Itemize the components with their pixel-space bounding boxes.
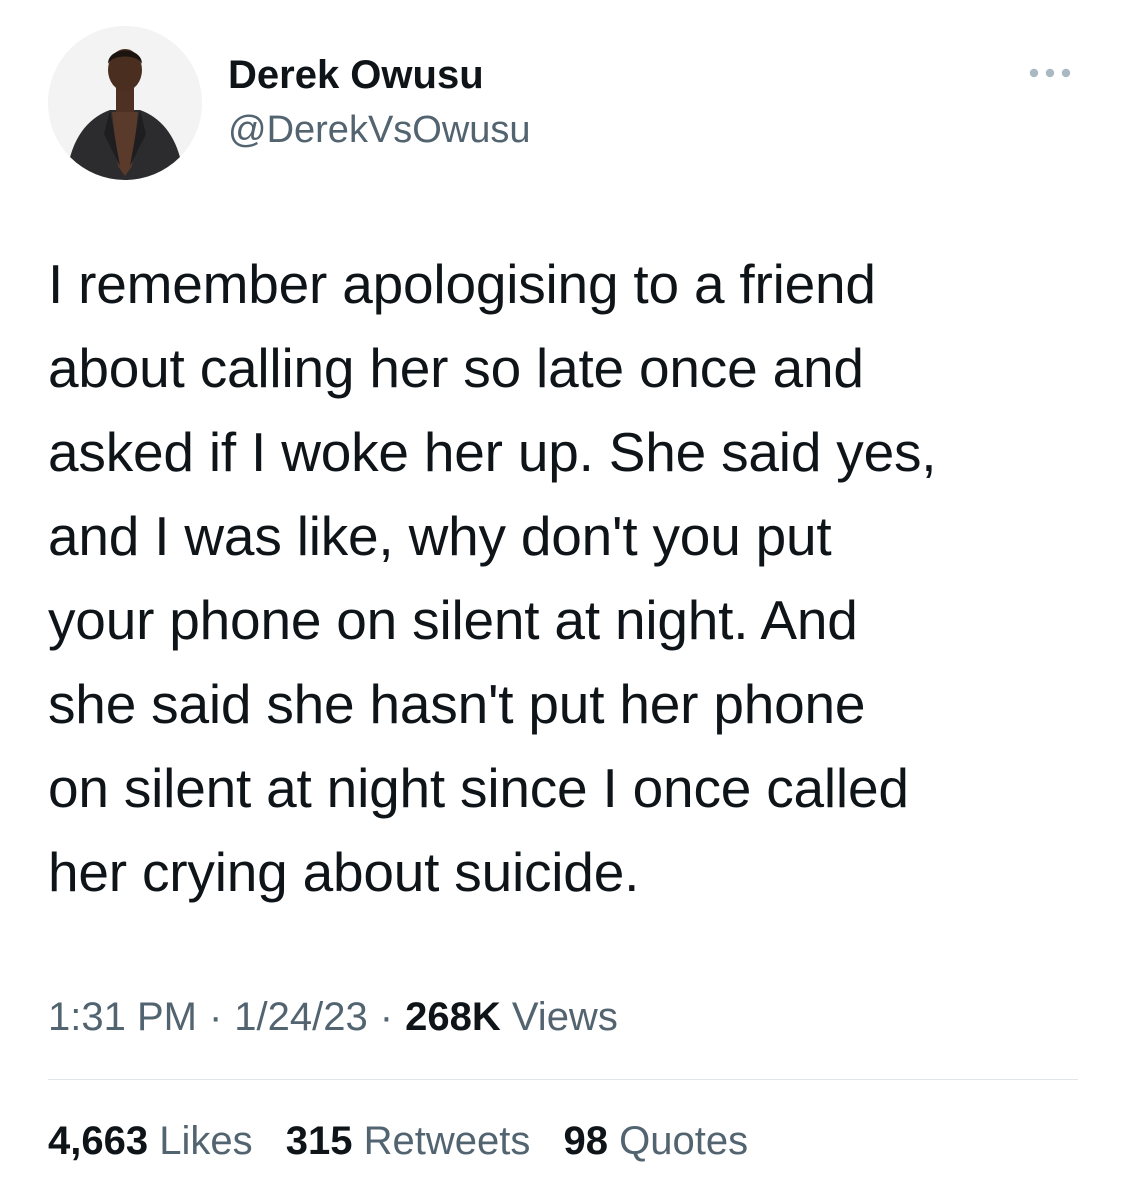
retweets-count: 315 [285,1119,353,1163]
avatar-image [48,26,202,180]
tweet: Derek Owusu @DerekVsOwusu I remember apo… [0,0,1125,1198]
engagement-stats: 4,663 Likes 315 Retweets 98 Quotes [48,1117,770,1165]
meta-separator: · [379,995,394,1039]
likes-label: Likes [159,1119,253,1163]
tweet-date[interactable]: 1/24/23 [234,995,367,1039]
author-handle[interactable]: @DerekVsOwusu [228,108,531,152]
tweet-meta: 1:31 PM · 1/24/23 · 268K Views [48,993,618,1041]
tweet-text: I remember apologising to a friend about… [48,253,937,903]
likes-stat[interactable]: 4,663 Likes [48,1119,253,1163]
retweets-label: Retweets [363,1119,531,1163]
likes-count: 4,663 [48,1119,149,1163]
more-dots-icon [1029,68,1071,78]
quotes-stat[interactable]: 98 Quotes [564,1119,749,1163]
views-count: 268K [405,995,501,1039]
tweet-time[interactable]: 1:31 PM [48,995,197,1039]
views-label: Views [511,995,618,1039]
quotes-label: Quotes [619,1119,749,1163]
more-options-button[interactable] [1022,58,1078,88]
divider [48,1079,1078,1080]
avatar[interactable] [48,26,202,180]
retweets-stat[interactable]: 315 Retweets [286,1119,531,1163]
meta-separator: · [208,995,223,1039]
author-name[interactable]: Derek Owusu [228,52,484,98]
quotes-count: 98 [563,1119,609,1163]
